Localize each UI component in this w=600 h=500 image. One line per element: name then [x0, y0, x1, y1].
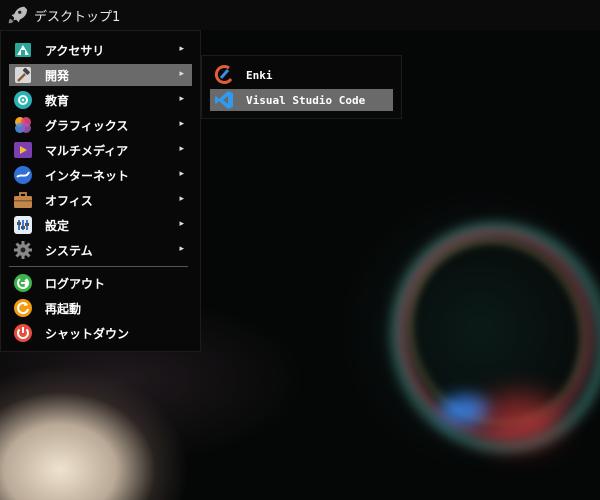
development-submenu: Enki Visual Studio Code: [201, 55, 402, 119]
globe-icon: [13, 165, 33, 185]
menu-item-graphics[interactable]: グラフィックス ▸: [9, 114, 192, 136]
gear-icon: [13, 240, 33, 260]
submenu-arrow-icon: ▸: [179, 144, 184, 154]
submenu-item-vscode[interactable]: Visual Studio Code: [210, 89, 393, 111]
multimedia-icon: [13, 140, 33, 160]
top-panel: デスクトップ1: [0, 0, 600, 30]
submenu-arrow-icon: ▸: [179, 219, 184, 229]
desktop-title[interactable]: デスクトップ1: [34, 6, 120, 25]
menu-item-label: 開発: [45, 68, 70, 83]
menu-item-accessories[interactable]: アクセサリ ▸: [9, 39, 192, 61]
submenu-item-label: Enki: [246, 68, 273, 82]
menu-item-label: インターネット: [45, 168, 130, 183]
main-menu: アクセサリ ▸ 開発 ▸ 教育 ▸ グラフィックス ▸ マルチメディア ▸ イン: [0, 30, 201, 352]
submenu-arrow-icon: ▸: [179, 94, 184, 104]
menu-item-label: 再起動: [45, 301, 82, 316]
menu-item-internet[interactable]: インターネット ▸: [9, 164, 192, 186]
submenu-item-enki[interactable]: Enki: [210, 64, 393, 86]
menu-item-label: ログアウト: [45, 276, 106, 291]
menu-item-shutdown[interactable]: シャットダウン: [9, 322, 192, 344]
graphics-icon: [13, 115, 33, 135]
menu-item-label: オフィス: [45, 193, 93, 208]
menu-item-label: アクセサリ: [45, 43, 105, 58]
hammer-icon: [13, 65, 33, 85]
menu-item-development[interactable]: 開発 ▸: [9, 64, 192, 86]
submenu-arrow-icon: ▸: [179, 244, 184, 254]
settings-icon: [13, 215, 33, 235]
menu-item-office[interactable]: オフィス ▸: [9, 189, 192, 211]
menu-item-label: 教育: [45, 93, 70, 108]
menu-item-reboot[interactable]: 再起動: [9, 297, 192, 319]
logout-icon: [13, 273, 33, 293]
menu-separator: [9, 266, 188, 267]
submenu-arrow-icon: ▸: [179, 44, 184, 54]
submenu-arrow-icon: ▸: [179, 169, 184, 179]
power-icon: [13, 323, 33, 343]
submenu-item-label: Visual Studio Code: [246, 93, 366, 107]
enki-icon: [214, 65, 234, 85]
accessories-icon: [13, 40, 33, 60]
reboot-icon: [13, 298, 33, 318]
menu-item-label: 設定: [45, 218, 70, 233]
education-icon: [13, 90, 33, 110]
submenu-arrow-icon: ▸: [179, 194, 184, 204]
menu-item-education[interactable]: 教育 ▸: [9, 89, 192, 111]
menu-item-logout[interactable]: ログアウト: [9, 272, 192, 294]
submenu-arrow-icon: ▸: [179, 119, 184, 129]
menu-item-label: シャットダウン: [45, 326, 130, 341]
menu-item-settings[interactable]: 設定 ▸: [9, 214, 192, 236]
menu-item-label: システム: [45, 243, 93, 258]
submenu-arrow-icon: ▸: [179, 69, 184, 79]
wallpaper-light-blob: [480, 395, 560, 445]
menu-item-system[interactable]: システム ▸: [9, 239, 192, 261]
menu-item-multimedia[interactable]: マルチメディア ▸: [9, 139, 192, 161]
briefcase-icon: [13, 190, 33, 210]
rocket-icon[interactable]: [6, 4, 28, 26]
vscode-icon: [214, 90, 234, 110]
menu-item-label: グラフィックス: [45, 118, 129, 133]
menu-item-label: マルチメディア: [45, 143, 129, 158]
